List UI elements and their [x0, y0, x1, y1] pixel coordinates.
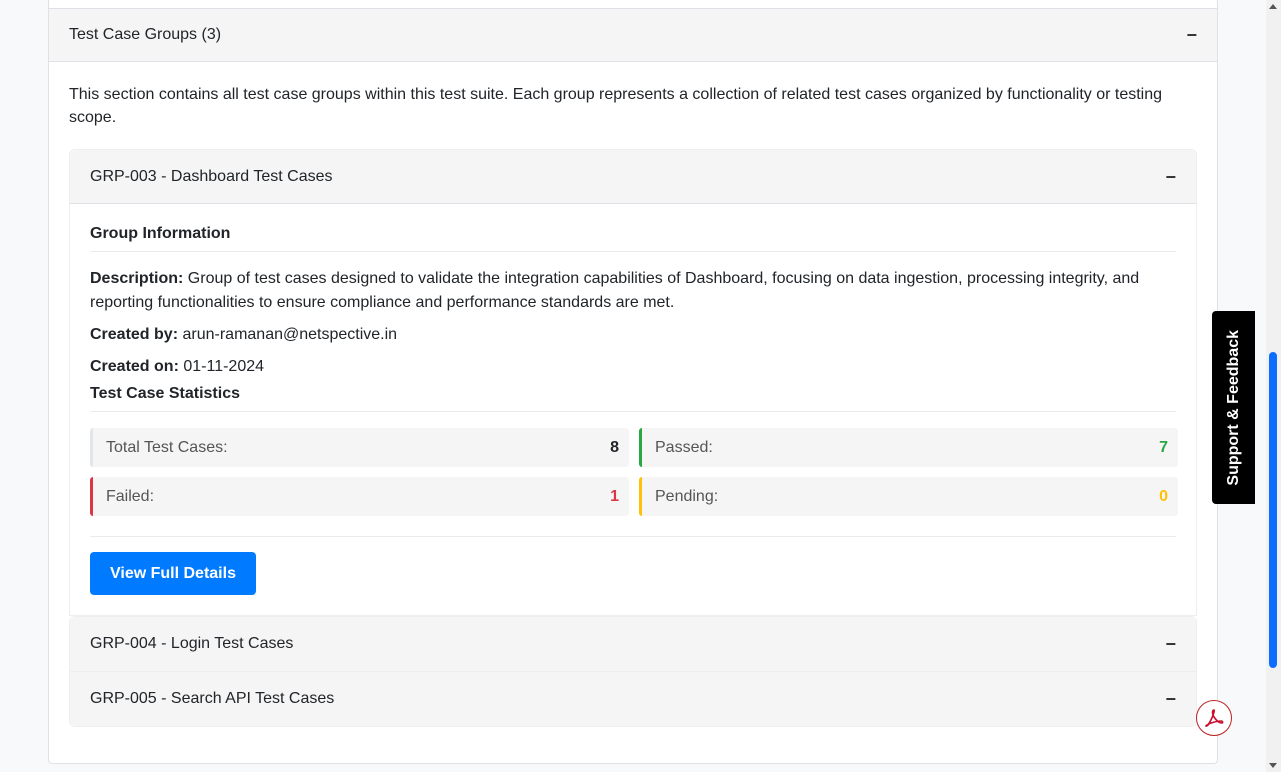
group-body: Group Information Description: Group of … — [70, 204, 1196, 615]
pdf-glyph-icon — [1205, 709, 1224, 727]
stat-failed-value: 1 — [610, 487, 619, 505]
stat-passed-label: Passed: — [655, 438, 713, 456]
group-grp-005[interactable]: GRP-005 - Search API Test Cases − — [69, 672, 1197, 727]
acrobat-pdf-icon[interactable] — [1196, 700, 1232, 736]
group-information-heading: Group Information — [90, 225, 1176, 252]
group-header-grp-005[interactable]: GRP-005 - Search API Test Cases − — [70, 672, 1196, 726]
stat-passed: Passed: 7 — [639, 428, 1178, 467]
created-on-row: Created on: 01-11-2024 — [90, 355, 1176, 379]
created-on-value: 01-11-2024 — [183, 358, 265, 375]
group-header-grp-003[interactable]: GRP-003 - Dashboard Test Cases − — [70, 150, 1196, 204]
group-title: GRP-004 - Login Test Cases — [90, 635, 294, 652]
stat-total-value: 8 — [610, 438, 619, 456]
support-feedback-label: Support & Feedback — [1224, 329, 1242, 486]
created-by-value: arun-ramanan@netspective.in — [182, 326, 398, 343]
collapse-icon[interactable]: − — [1186, 26, 1197, 44]
stat-pending-value: 0 — [1159, 487, 1168, 505]
stat-passed-value: 7 — [1159, 438, 1168, 456]
scroll-down-icon[interactable] — [1269, 763, 1277, 768]
group-header-grp-004[interactable]: GRP-004 - Login Test Cases − — [70, 617, 1196, 671]
stat-total-label: Total Test Cases: — [106, 438, 228, 456]
page-scrollbar[interactable] — [1266, 0, 1281, 772]
scroll-up-icon[interactable] — [1269, 4, 1277, 9]
stat-failed: Failed: 1 — [90, 477, 629, 516]
support-feedback-tab[interactable]: Support & Feedback — [1212, 311, 1255, 504]
collapse-icon[interactable]: − — [1165, 168, 1176, 186]
collapse-icon[interactable]: − — [1165, 690, 1176, 708]
view-full-details-button[interactable]: View Full Details — [90, 552, 256, 595]
created-on-label: Created on: — [90, 358, 179, 375]
group-grp-003: GRP-003 - Dashboard Test Cases − Group I… — [69, 149, 1197, 616]
test-case-groups-header[interactable]: Test Case Groups (3) − — [49, 8, 1217, 62]
group-grp-004[interactable]: GRP-004 - Login Test Cases − — [69, 616, 1197, 672]
group-description: Description: Group of test cases designe… — [90, 267, 1176, 315]
test-case-groups-title: Test Case Groups (3) — [69, 26, 222, 43]
description-label: Description: — [90, 270, 184, 287]
test-case-groups-card: Test Case Groups (3) − This section cont… — [48, 0, 1218, 764]
collapse-icon[interactable]: − — [1165, 635, 1176, 653]
description-text: Group of test cases designed to validate… — [90, 270, 1140, 311]
created-by-row: Created by: arun-ramanan@netspective.in — [90, 323, 1176, 347]
group-title: GRP-003 - Dashboard Test Cases — [90, 167, 333, 185]
stat-failed-label: Failed: — [106, 487, 155, 505]
created-by-label: Created by: — [90, 326, 179, 343]
stat-pending: Pending: 0 — [639, 477, 1178, 516]
stat-pending-label: Pending: — [655, 487, 719, 505]
stat-total: Total Test Cases: 8 — [90, 428, 629, 467]
section-intro: This section contains all test case grou… — [69, 86, 1163, 126]
group-title: GRP-005 - Search API Test Cases — [90, 690, 335, 707]
scrollbar-thumb[interactable] — [1269, 352, 1277, 668]
test-case-statistics-heading: Test Case Statistics — [90, 385, 1176, 412]
stats-grid: Total Test Cases: 8 Passed: 7 Failed: 1 … — [90, 428, 1178, 537]
